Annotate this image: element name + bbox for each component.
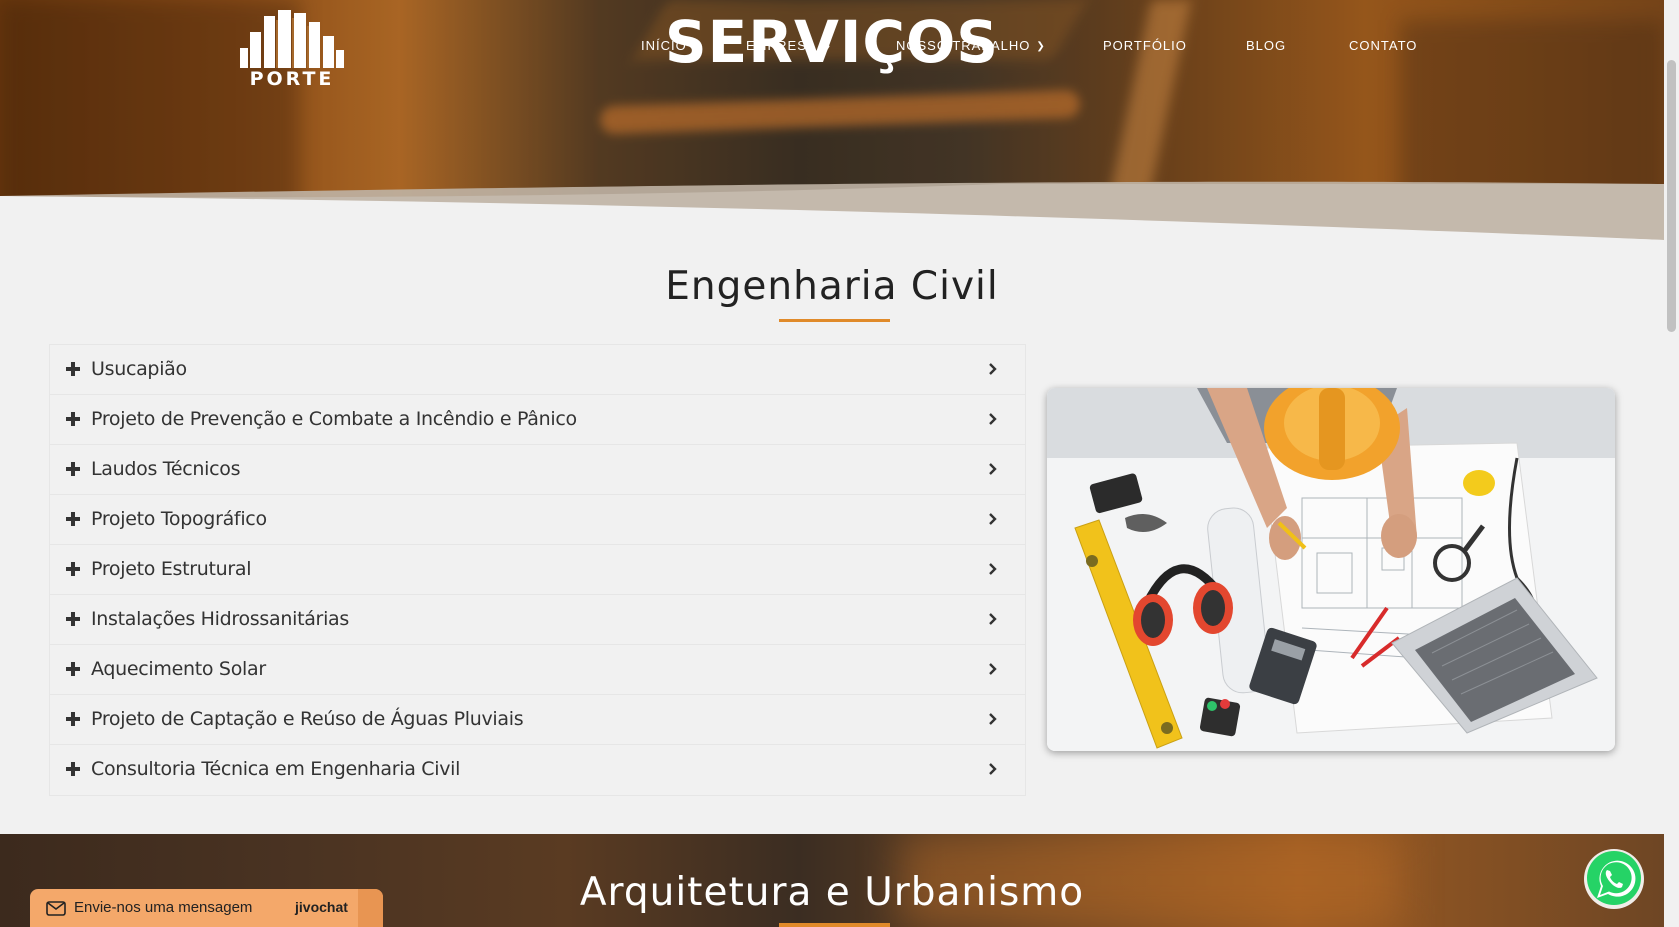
accordion-item[interactable]: Instalações Hidrossanitárias: [50, 595, 1025, 645]
next-section-underline: [779, 923, 890, 927]
accordion-item[interactable]: Usucapião: [50, 345, 1025, 395]
accordion-item-label: Aquecimento Solar: [91, 658, 266, 680]
scrollbar-thumb[interactable]: [1667, 60, 1676, 332]
plus-icon: [66, 712, 80, 726]
services-accordion: Usucapião Projeto de Prevenção e Combate…: [49, 344, 1026, 796]
engineering-desk-image: [1047, 388, 1615, 751]
chevron-right-icon: [989, 413, 997, 425]
plus-icon: [66, 762, 80, 776]
plus-icon: [66, 362, 80, 376]
page-title: SERVIÇOS: [664, 8, 1000, 76]
chevron-right-icon: [989, 363, 997, 375]
chat-widget-label[interactable]: Envie-nos uma mensagem: [74, 899, 252, 916]
chevron-right-icon: [989, 513, 997, 525]
chat-widget-brand: jivochat: [295, 899, 348, 915]
chevron-right-icon: [989, 713, 997, 725]
accordion-item[interactable]: Projeto de Captação e Reúso de Águas Plu…: [50, 695, 1025, 745]
whatsapp-icon[interactable]: [1583, 848, 1645, 910]
plus-icon: [66, 462, 80, 476]
accordion-item[interactable]: Projeto Estrutural: [50, 545, 1025, 595]
accordion-item-label: Laudos Técnicos: [91, 458, 241, 480]
chevron-right-icon: [989, 463, 997, 475]
section-title: Engenharia Civil: [665, 264, 999, 309]
accordion-item[interactable]: Aquecimento Solar: [50, 645, 1025, 695]
plus-icon: [66, 562, 80, 576]
accordion-item[interactable]: Projeto de Prevenção e Combate a Incêndi…: [50, 395, 1025, 445]
accordion-item-label: Projeto de Captação e Reúso de Águas Plu…: [91, 708, 524, 730]
accordion-item-label: Projeto Estrutural: [91, 558, 252, 580]
accordion-item-label: Consultoria Técnica em Engenharia Civil: [91, 758, 461, 780]
accordion-item-label: Usucapião: [91, 358, 187, 380]
plus-icon: [66, 412, 80, 426]
chat-widget-corner: [358, 889, 383, 927]
accordion-item-label: Projeto de Prevenção e Combate a Incêndi…: [91, 408, 577, 430]
chevron-right-icon: [989, 663, 997, 675]
accordion-item[interactable]: Laudos Técnicos: [50, 445, 1025, 495]
plus-icon: [66, 612, 80, 626]
accordion-item-label: Projeto Topográfico: [91, 508, 267, 530]
page-scrollbar[interactable]: [1664, 0, 1679, 927]
envelope-icon: [46, 901, 66, 916]
accordion-item[interactable]: Consultoria Técnica em Engenharia Civil: [50, 745, 1025, 795]
title-underline: [779, 319, 890, 322]
chevron-right-icon: [989, 563, 997, 575]
accordion-item[interactable]: Projeto Topográfico: [50, 495, 1025, 545]
chevron-right-icon: [989, 763, 997, 775]
chevron-right-icon: [989, 613, 997, 625]
accordion-item-label: Instalações Hidrossanitárias: [91, 608, 349, 630]
plus-icon: [66, 662, 80, 676]
plus-icon: [66, 512, 80, 526]
